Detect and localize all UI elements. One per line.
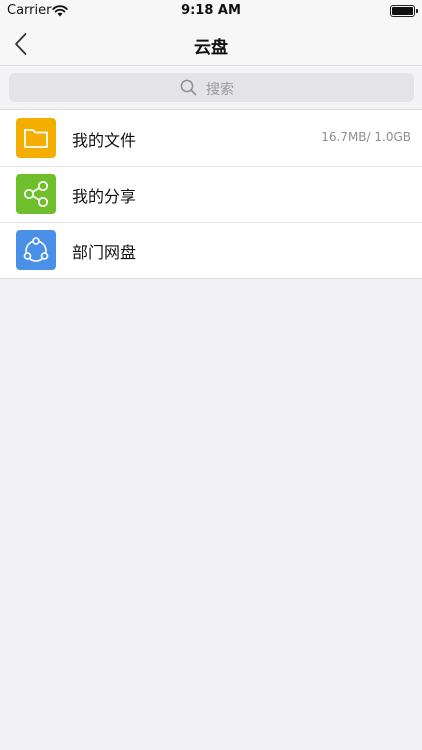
status-time: 9:18 AM — [181, 3, 241, 18]
share-icon — [16, 174, 56, 214]
battery-cap — [416, 9, 418, 13]
list-item-label: 部门网盘 — [72, 243, 137, 262]
search-placeholder: 搜索 — [206, 82, 234, 98]
page-title: 云盘 — [194, 38, 228, 58]
storage-usage: 16.7MB/ 1.0GB — [321, 130, 411, 144]
status-bar: Carrier 9:18 AM — [0, 0, 422, 22]
search-input[interactable]: 搜索 — [9, 73, 414, 102]
list-item-my-shares[interactable]: 我的分享 — [0, 166, 422, 222]
battery-level — [392, 7, 413, 15]
list-item-department-disk[interactable]: 部门网盘 — [0, 222, 422, 278]
search-icon — [180, 79, 197, 96]
list-item-label: 我的分享 — [72, 187, 137, 206]
cloud-disk-screen: Carrier 9:18 AM 云盘 搜索 我的文件 16.7MB/ 1.0GB… — [0, 0, 422, 750]
folder-icon — [16, 118, 56, 158]
navigation-bar: 云盘 — [0, 22, 422, 66]
cloud-disk-list: 我的文件 16.7MB/ 1.0GB 我的分享 部门网盘 — [0, 110, 422, 279]
list-item-my-files[interactable]: 我的文件 16.7MB/ 1.0GB — [0, 110, 422, 166]
department-network-icon — [16, 230, 56, 270]
search-bar: 搜索 — [0, 66, 422, 110]
battery-icon — [390, 5, 415, 17]
list-item-label: 我的文件 — [72, 131, 137, 150]
